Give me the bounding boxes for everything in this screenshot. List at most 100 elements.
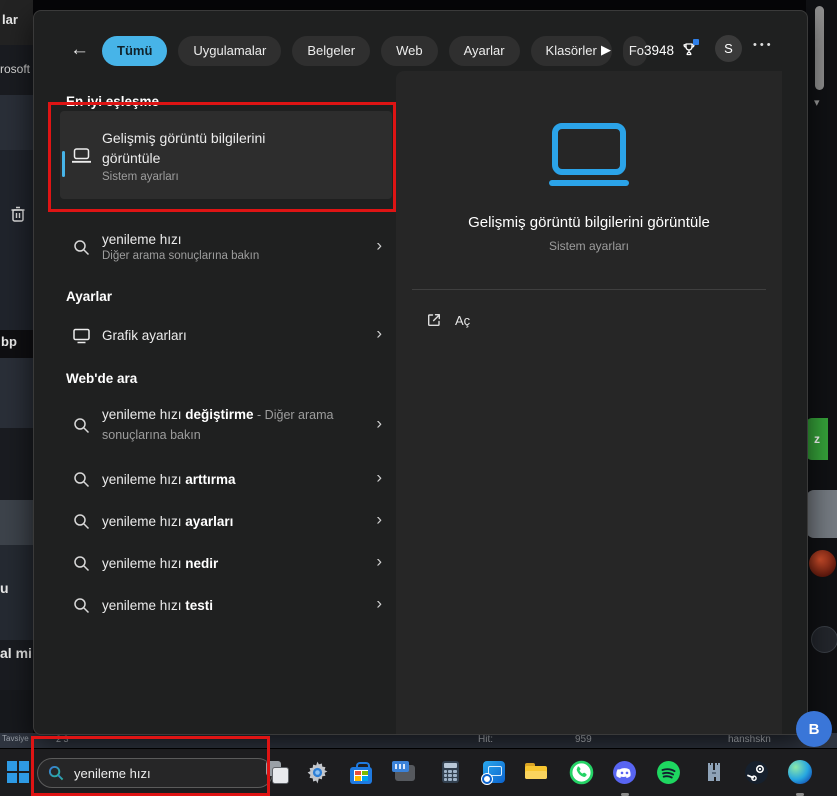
chevron-right-icon[interactable]: › bbox=[376, 551, 382, 571]
tab-settings[interactable]: Ayarlar bbox=[449, 36, 520, 66]
back-arrow-icon[interactable]: ← bbox=[70, 39, 89, 61]
background-avatar-fragment-1 bbox=[809, 550, 836, 577]
web-search-heading: Web'de ara bbox=[66, 371, 137, 386]
divider bbox=[412, 289, 766, 290]
tab-folders[interactable]: Klasörler bbox=[531, 36, 612, 66]
search-icon bbox=[60, 513, 102, 530]
account-avatar[interactable]: S bbox=[715, 35, 742, 62]
castle-game-button[interactable] bbox=[701, 759, 727, 785]
filter-tabs: Tümü Uygulamalar Belgeler Web Ayarlar Kl… bbox=[102, 36, 647, 66]
bg-fragment-u: u bbox=[0, 580, 9, 596]
scrollbar-down-icon[interactable]: ▾ bbox=[814, 96, 820, 109]
trash-icon bbox=[9, 204, 27, 223]
bg-fragment-microsoft: rosoft bbox=[0, 62, 30, 76]
calculator-icon bbox=[442, 761, 459, 783]
laptop-icon-large bbox=[549, 123, 629, 186]
outlook-icon bbox=[483, 761, 505, 783]
task-view-button[interactable] bbox=[264, 759, 290, 785]
open-external-icon bbox=[426, 312, 442, 328]
chevron-right-icon[interactable]: › bbox=[376, 509, 382, 529]
spotify-icon bbox=[656, 760, 681, 785]
tab-apps[interactable]: Uygulamalar bbox=[178, 36, 281, 66]
status-number: 959 bbox=[575, 734, 592, 745]
steam-button[interactable] bbox=[743, 759, 769, 785]
start-button[interactable] bbox=[7, 761, 29, 783]
web-suggestion-bold: arttırma bbox=[185, 472, 235, 487]
scrollbar-thumb[interactable] bbox=[815, 6, 824, 90]
best-match-result[interactable]: Gelişmiş görüntü bilgilerini görüntüle S… bbox=[60, 111, 392, 199]
tab-web[interactable]: Web bbox=[381, 36, 438, 66]
edge-button[interactable] bbox=[787, 759, 813, 785]
status-hit-label: Hit: bbox=[478, 734, 493, 745]
gear-icon bbox=[305, 760, 330, 785]
suggestion-subtitle: Diğer arama sonuçlarına bakın bbox=[102, 250, 392, 262]
preview-panel: Gelişmiş görüntü bilgilerini görüntüle S… bbox=[396, 71, 782, 734]
web-suggestion-prefix: yenileme hızı bbox=[102, 556, 185, 571]
chevron-right-icon[interactable]: › bbox=[376, 593, 382, 613]
search-icon bbox=[60, 471, 102, 488]
taskbar bbox=[0, 748, 837, 796]
rewards-trophy-icon bbox=[680, 41, 698, 59]
chevron-right-icon[interactable]: › bbox=[376, 413, 382, 433]
spotify-button[interactable] bbox=[655, 759, 681, 785]
search-flyout: ← Tümü Uygulamalar Belgeler Web Ayarlar … bbox=[33, 10, 808, 735]
best-match-heading: En iyi eşleşme bbox=[66, 94, 159, 109]
web-suggestion-row[interactable]: yenileme hızı değiştirme - Diğer arama s… bbox=[60, 396, 392, 454]
search-suggestion-row[interactable]: yenileme hızı Diğer arama sonuçlarına ba… bbox=[60, 221, 392, 273]
search-icon bbox=[60, 417, 102, 434]
search-icon bbox=[48, 765, 64, 781]
chevron-right-icon[interactable]: › bbox=[376, 467, 382, 487]
taskbar-search-box[interactable] bbox=[37, 758, 273, 788]
settings-result-graphics[interactable]: Grafik ayarları › bbox=[60, 313, 392, 357]
castle-game-icon bbox=[703, 760, 725, 784]
scroll-tabs-right-icon[interactable]: ▶ bbox=[601, 42, 611, 58]
keyboard-app-button[interactable] bbox=[392, 759, 418, 785]
search-icon bbox=[60, 555, 102, 572]
suggestion-title: yenileme hızı bbox=[102, 232, 392, 247]
bg-fragment-tab-numbers: 2 3 bbox=[56, 734, 69, 744]
background-left-strip: lar rosoft bp u al mi bbox=[0, 0, 33, 733]
calculator-button[interactable] bbox=[437, 759, 463, 785]
bg-fragment-lar: lar bbox=[2, 12, 18, 27]
web-suggestion-bold: ayarları bbox=[185, 514, 233, 529]
web-suggestion-bold: değiştirme bbox=[185, 407, 253, 422]
discord-button[interactable] bbox=[611, 759, 637, 785]
microsoft-store-button[interactable] bbox=[348, 759, 374, 785]
settings-button[interactable] bbox=[304, 759, 330, 785]
file-explorer-button[interactable] bbox=[524, 759, 550, 785]
selection-accent-bar bbox=[62, 151, 65, 177]
web-suggestion-row[interactable]: yenileme hızı arttırma › bbox=[60, 458, 392, 500]
background-avatar-fragment-2 bbox=[811, 626, 837, 653]
steam-icon bbox=[744, 760, 769, 785]
best-match-subtitle: Sistem ayarları bbox=[102, 171, 392, 183]
tab-documents[interactable]: Belgeler bbox=[292, 36, 370, 66]
browser-profile-avatar[interactable]: B bbox=[796, 711, 832, 747]
whatsapp-button[interactable] bbox=[568, 759, 594, 785]
chevron-right-icon[interactable]: › bbox=[376, 235, 382, 255]
open-action[interactable]: Aç bbox=[426, 312, 470, 328]
tab-all[interactable]: Tümü bbox=[102, 36, 167, 66]
background-status-strip: Tavsiye 2 3 Hit: 959 hanshskn bbox=[0, 733, 837, 748]
web-suggestion-prefix: yenileme hızı bbox=[102, 407, 185, 422]
web-suggestion-row[interactable]: yenileme hızı nedir › bbox=[60, 542, 392, 584]
chevron-right-icon[interactable]: › bbox=[376, 323, 382, 343]
outlook-button[interactable] bbox=[481, 759, 507, 785]
rewards-counter[interactable]: 3948 bbox=[644, 41, 698, 59]
more-options-icon[interactable]: ••• bbox=[753, 39, 774, 51]
background-green-button[interactable]: z bbox=[806, 418, 828, 460]
windows-logo-icon bbox=[7, 761, 17, 771]
rewards-points: 3948 bbox=[644, 43, 674, 58]
settings-item-label: Grafik ayarları bbox=[102, 328, 392, 343]
screen: lar rosoft bp u al mi ▾ z Tavsiye 2 3 Hi… bbox=[0, 0, 837, 796]
folder-icon bbox=[524, 759, 550, 785]
search-input[interactable] bbox=[72, 765, 236, 782]
edge-icon bbox=[788, 760, 812, 784]
web-suggestion-bold: nedir bbox=[185, 556, 218, 571]
preview-subtitle: Sistem ayarları bbox=[549, 239, 629, 253]
settings-section-heading: Ayarlar bbox=[66, 289, 112, 304]
web-suggestion-row[interactable]: yenileme hızı ayarları › bbox=[60, 500, 392, 542]
web-suggestion-prefix: yenileme hızı bbox=[102, 514, 185, 529]
status-username: hanshskn bbox=[728, 734, 771, 745]
rewards-notification-dot bbox=[693, 39, 699, 45]
web-suggestion-row[interactable]: yenileme hızı testi › bbox=[60, 584, 392, 626]
